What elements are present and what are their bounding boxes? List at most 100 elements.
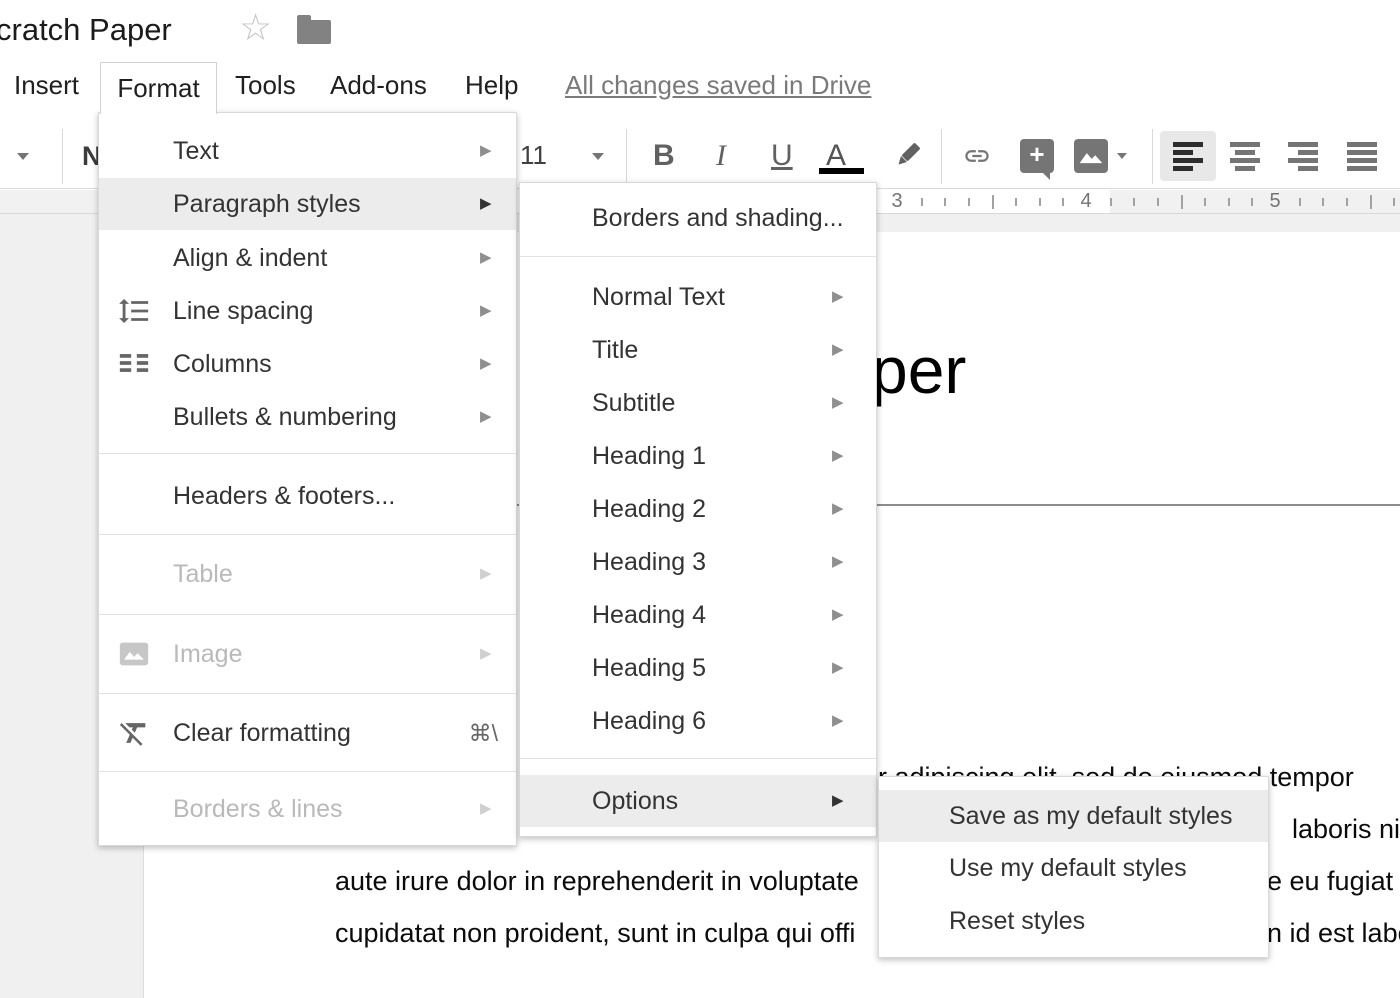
ruler-inch-number: 5 [1269,190,1280,213]
image-dropdown-icon[interactable] [1117,153,1127,159]
submenu-arrow-icon: ▶ [832,775,844,827]
align-justify-button[interactable] [1334,131,1390,181]
menu-separator [99,614,516,615]
comment-tail [1042,172,1050,180]
submenu-arrow-icon: ▶ [832,536,844,588]
ruler-tick [1228,198,1230,206]
format-menu-panel: Text▶Paragraph styles▶Align & indent▶Lin… [98,112,517,846]
format-menu-item-headers-footers[interactable]: Headers & footers... [99,470,516,522]
menu-item-label: Clear formatting [173,707,351,759]
font-size-dropdown-icon[interactable] [592,153,604,160]
format-menu-item-bullets-numbering[interactable]: Bullets & numbering ▶ [99,391,516,443]
underline-button[interactable]: U [771,124,793,188]
ruler-tick [1204,198,1206,206]
menu-insert[interactable]: Insert [14,58,79,112]
menu-item-label: Borders & lines [173,783,343,835]
format-menu-item-align-indent[interactable]: Align & indent▶ [99,232,516,284]
menu-item-label: Title [592,324,638,376]
toolbar-divider [1152,129,1153,184]
zoom-dropdown-icon[interactable] [17,153,29,160]
pstyles-menu-item-heading-2[interactable]: Heading 2▶ [520,483,876,535]
menu-item-label: Heading 1 [592,430,706,482]
menu-item-label: Options [592,775,678,827]
body-text-line[interactable]: cupidatat non proident, sunt in culpa qu… [335,918,855,949]
options-menu-item-save-as-my-default-styles[interactable]: Save as my default styles [879,790,1268,842]
bold-button[interactable]: B [653,124,675,188]
pstyles-menu-item-heading-3[interactable]: Heading 3 ▶ [520,536,876,588]
pstyles-menu-item-heading-4[interactable]: Heading 4▶ [520,589,876,641]
submenu-arrow-icon: ▶ [480,338,492,390]
menu-tools[interactable]: Tools [235,58,296,112]
ruler-tick [1157,198,1159,206]
plus-icon: + [1020,139,1054,169]
doc-heading-fragment[interactable]: per [871,332,966,408]
menu-addons[interactable]: Add-ons [330,58,427,112]
menu-item-label: Columns [173,338,272,390]
submenu-arrow-icon: ▶ [480,178,492,230]
submenu-arrow-icon: ▶ [832,642,844,694]
body-text-line[interactable]: aute irure dolor in reprehenderit in vol… [335,866,859,897]
pstyles-menu-item-heading-1[interactable]: Heading 1▶ [520,430,876,482]
format-menu-item-borders-lines: Borders & lines▶ [99,783,516,835]
toolbar-divider [62,129,63,184]
italic-button[interactable]: I [716,124,726,188]
format-menu-item-paragraph-styles[interactable]: Paragraph styles ▶ [99,178,516,230]
menu-separator [99,771,516,772]
menu-format[interactable]: Format [100,62,217,114]
pstyles-menu-item-options[interactable]: Options ▶ [520,775,876,827]
google-docs-window: cratch Paper ☆ Insert Format Tools Add-o… [0,0,1400,998]
menu-item-label: Bullets & numbering [173,391,397,443]
add-comment-button[interactable]: + [1020,139,1054,173]
document-title[interactable]: cratch Paper [0,12,172,48]
submenu-arrow-icon: ▶ [832,377,844,429]
options-submenu-panel: Save as my default stylesUse my default … [878,776,1269,958]
options-menu-item-use-my-default-styles[interactable]: Use my default styles [879,842,1268,894]
folder-icon[interactable] [297,20,331,44]
menu-item-label: Save as my default styles [949,790,1232,842]
ruler-tick [1393,198,1395,206]
body-text-line[interactable]: n id est laborum [1267,918,1400,949]
paragraph-styles-submenu-panel: Borders and shading...Normal Text▶Title▶… [519,182,877,837]
align-right-button[interactable] [1275,131,1331,181]
menu-separator [520,758,876,759]
pstyles-menu-item-heading-6[interactable]: Heading 6▶ [520,695,876,747]
menu-item-label: Heading 3 [592,536,706,588]
format-menu-item-columns[interactable]: Columns ▶ [99,338,516,390]
body-text-line[interactable]: e eu fugiat [1267,866,1393,897]
font-size-field[interactable]: 11 [520,124,547,186]
submenu-arrow-icon: ▶ [480,391,492,443]
menu-item-label: Text [173,125,219,177]
submenu-arrow-icon: ▶ [832,589,844,641]
menu-shortcut: ⌘\ [469,707,498,759]
save-status-link[interactable]: All changes saved in Drive [565,58,871,112]
ruler-tick [1110,198,1112,206]
format-menu-item-text[interactable]: Text▶ [99,125,516,177]
align-center-button[interactable] [1217,131,1273,181]
align-center-icon [1230,141,1260,171]
text-color-button[interactable]: A [826,124,846,188]
format-menu-item-line-spacing[interactable]: Line spacing▶ [99,285,516,337]
format-menu-item-table: Table▶ [99,548,516,600]
pstyles-menu-item-heading-5[interactable]: Heading 5▶ [520,642,876,694]
align-left-button[interactable] [1160,131,1216,181]
pstyles-menu-item-title[interactable]: Title▶ [520,324,876,376]
insert-link-icon[interactable] [957,142,997,170]
format-menu-item-clear-formatting[interactable]: Clear formatting ⌘\ [99,707,516,759]
menu-item-label: Borders and shading... [592,192,844,244]
ruler-tick [921,198,923,206]
highlight-color-icon[interactable] [890,139,924,173]
insert-image-button[interactable] [1074,139,1108,173]
menu-help[interactable]: Help [465,58,518,112]
pstyles-menu-item-subtitle[interactable]: Subtitle▶ [520,377,876,429]
line-spacing-icon [117,294,151,328]
pstyles-menu-item-normal-text[interactable]: Normal Text▶ [520,271,876,323]
body-text-line[interactable]: laboris nis [1292,814,1400,845]
ruler-inch-number: 4 [1080,190,1091,213]
menu-item-label: Use my default styles [949,842,1187,894]
ruler-inch-number: 3 [891,190,902,213]
options-menu-item-reset-styles[interactable]: Reset styles [879,895,1268,947]
pstyles-menu-item-borders-and-shading[interactable]: Borders and shading... [520,192,876,244]
star-icon[interactable]: ☆ [239,8,272,48]
menu-item-label: Paragraph styles [173,178,361,230]
ruler-tick [968,198,970,206]
